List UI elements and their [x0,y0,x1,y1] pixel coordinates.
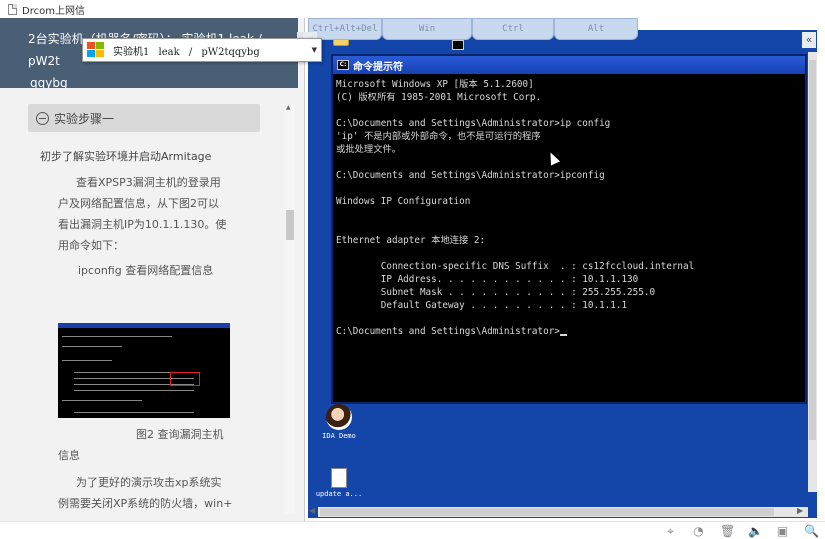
window-icon[interactable]: ▣ [776,525,789,538]
desktop-icon-label: update a... [315,490,363,498]
figure-caption-line2: 信息 [58,449,80,462]
step-title: 实验步骤一 [54,111,115,126]
desktop-icon-ida[interactable]: IDA Demo [314,404,364,440]
thumb-text-line [62,336,172,337]
cmd-output[interactable]: Microsoft Windows XP [版本 5.1.2600] (C) 版… [333,74,805,342]
cmd-line: 'ip' 不是内部或外部命令，也不是可运行的程序 [336,131,541,142]
cmd-line: C:\Documents and Settings\Administrator>… [336,118,611,129]
my-computer-icon[interactable] [452,40,464,50]
ctrl-key[interactable]: Ctrl [472,18,554,40]
ctrl-alt-del-key[interactable]: Ctrl+Alt+Del [308,18,382,40]
step-one-toggle[interactable]: 实验步骤一 [28,104,260,132]
window-titlebar: Drcom上网信 [0,0,825,18]
command-prompt-window[interactable]: C: 命令提示符 Microsoft Windows XP [版本 5.1.26… [331,54,807,404]
screenshot-icon[interactable]: ◔ [692,525,705,538]
remote-vertical-scroll-thumb[interactable] [809,60,816,440]
document-icon [8,3,17,15]
chevron-down-icon: ▼ [311,46,317,54]
cmd-line: Microsoft Windows XP [版本 5.1.2600] [336,79,534,90]
cmd-line: IP Address. . . . . . . . . . . . : 10.1… [336,274,639,285]
thumb-text-line [74,390,194,391]
thumb-text-line [62,400,142,401]
bottom-toolbar: ⌖ ◔ 🗑 🔈 ▣ 🔍 [0,521,825,539]
command-label: ipconfig 查看网络配置信息 [78,264,214,277]
section-title: 初步了解实验环境并启动Armitage [40,150,212,163]
desktop-icon-label: IDA Demo [322,432,356,440]
remote-horizontal-scroll-thumb[interactable] [320,508,774,516]
alt-key[interactable]: Alt [554,18,638,40]
thumb-text-line [74,412,194,413]
para1-line2: 户及网络配置信息，从下图2可以 [58,197,219,210]
cmd-line: Subnet Mask . . . . . . . . . . . : 255.… [336,287,656,298]
ida-icon [326,404,352,430]
machine-select-value: 实验机1 leak / pW2tqqybg [113,46,260,58]
cmd-line: Default Gateway . . . . . . . . . : 10.1… [336,300,628,311]
collapse-right-button[interactable]: « [802,32,816,48]
win-key[interactable]: Win [382,18,472,40]
cmd-line: Windows IP Configuration [336,196,471,207]
figure-2-thumbnail[interactable] [58,323,230,418]
machine-select[interactable]: 实验机1 leak / pW2tqqybg ▼ [82,38,322,62]
instructions-body: 实验步骤一 初步了解实验环境并启动Armitage 查看XPSP3漏洞主机的登录… [0,88,298,521]
scroll-left-arrow-icon[interactable]: ◀ [309,506,315,515]
thumb-text-line [62,360,112,361]
cmd-line: 或批处理文件。 [336,144,402,155]
cmd-line: Connection-specific DNS Suffix . : cs12f… [336,261,695,272]
search-icon[interactable]: 🔍 [804,525,819,538]
para2-line2: 例需要关闭XP系统的防火墙，win+ [58,497,233,510]
volume-icon[interactable]: 🔈 [748,525,763,538]
cmd-titlebar[interactable]: C: 命令提示符 [333,56,805,74]
remote-keys-bar: Ctrl+Alt+Del Win Ctrl Alt [308,18,638,40]
para1-line4: 用命令如下： [58,239,124,252]
scroll-right-arrow-icon[interactable]: ▶ [797,506,803,515]
page-root: Drcom上网信 2台实验机（机器名/密码）： 实验机1 leak / pW2t… [0,0,825,539]
pin-icon[interactable]: ⌖ [664,525,677,538]
collapse-circle-icon [36,111,49,125]
cmd-line: Ethernet adapter 本地连接 2: [336,235,486,246]
trash-icon[interactable]: 🗑 [720,525,735,538]
thumb-text-line [62,346,122,347]
cmd-line: C:\Documents and Settings\Administrator>… [336,170,605,181]
text-cursor [559,334,567,336]
para1-line3: 看出漏洞主机IP为10.1.1.130。使 [58,218,227,231]
instructions-scrollbar[interactable] [285,104,295,514]
figure-caption-line1: 图2 查询漏洞主机 [136,428,224,441]
cmd-icon: C: [337,60,349,70]
cmd-line: C:\Documents and Settings\Administrator> [336,326,560,337]
cmd-title: 命令提示符 [353,61,403,73]
instructions-scroll-thumb[interactable] [286,210,294,240]
instructions-panel: 2台实验机（机器名/密码）： 实验机1 leak / pW2t qqybg 实验… [0,18,305,521]
file-icon [331,468,347,488]
desktop-icon-update[interactable]: update a... [310,468,368,498]
scroll-up-arrow-icon[interactable]: ▲ [286,104,291,111]
cmd-line: (C) 版权所有 1985-2001 Microsoft Corp. [336,92,542,103]
para1-line1: 查看XPSP3漏洞主机的登录用 [76,176,221,189]
windows-logo-icon [87,42,105,58]
para2-line1: 为了更好的演示攻击xp系统实 [76,476,222,489]
window-title: Drcom上网信 [22,5,85,17]
highlight-box [170,372,200,386]
